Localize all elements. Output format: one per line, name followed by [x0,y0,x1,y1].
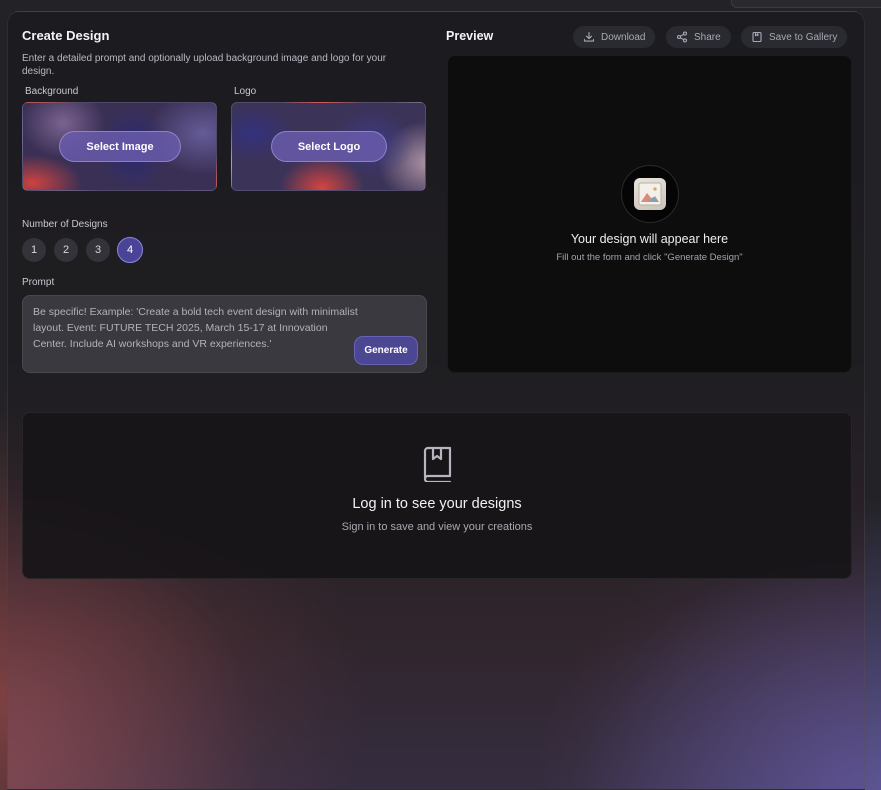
form-title: Create Design [22,28,110,43]
prompt-input[interactable]: Be specific! Example: 'Create a bold tec… [22,295,427,373]
background-upload[interactable]: Select Image [22,102,217,191]
login-subtext: Sign in to save and view your creations [341,521,533,533]
prompt-label: Prompt [22,277,55,288]
bookmark-icon [752,31,762,43]
download-label: Download [601,31,646,43]
save-to-gallery-button[interactable]: Save to Gallery [741,26,848,48]
generate-button[interactable]: Generate [354,336,418,365]
number-of-designs-label: Number of Designs [22,219,108,230]
select-logo-button[interactable]: Select Logo [271,131,387,162]
image-placeholder-icon [634,178,666,210]
preview-area: Your design will appear here Fill out th… [447,55,852,373]
login-heading: Log in to see your designs [352,496,522,512]
form-subtitle: Enter a detailed prompt and optionally u… [22,53,387,77]
preview-empty-subtext: Fill out the form and click "Generate De… [556,252,743,263]
design-count-4[interactable]: 4 [117,237,143,263]
download-icon [583,31,595,42]
preview-empty-heading: Your design will appear here [570,232,729,246]
prompt-placeholder: Be specific! Example: 'Create a bold tec… [33,306,358,350]
share-label: Share [694,31,721,43]
design-count-3[interactable]: 3 [86,238,110,262]
background-label: Background [25,86,79,97]
share-button[interactable]: Share [666,26,731,48]
logo-label: Logo [234,86,257,97]
logo-upload[interactable]: Select Logo [231,102,426,191]
preview-icon-badge [621,165,679,223]
download-button[interactable]: Download [573,26,656,48]
book-bookmark-icon [423,446,452,482]
top-bar-edge [731,0,881,8]
select-image-button[interactable]: Select Image [59,131,181,162]
save-to-gallery-label: Save to Gallery [769,31,838,43]
gallery-login-card: Log in to see your designs Sign in to sa… [22,412,852,579]
preview-title: Preview [446,29,494,43]
design-count-2[interactable]: 2 [54,238,78,262]
design-count-1[interactable]: 1 [22,238,46,262]
share-icon [676,31,688,43]
create-design-panel: Create Design Enter a detailed prompt an… [7,11,865,790]
